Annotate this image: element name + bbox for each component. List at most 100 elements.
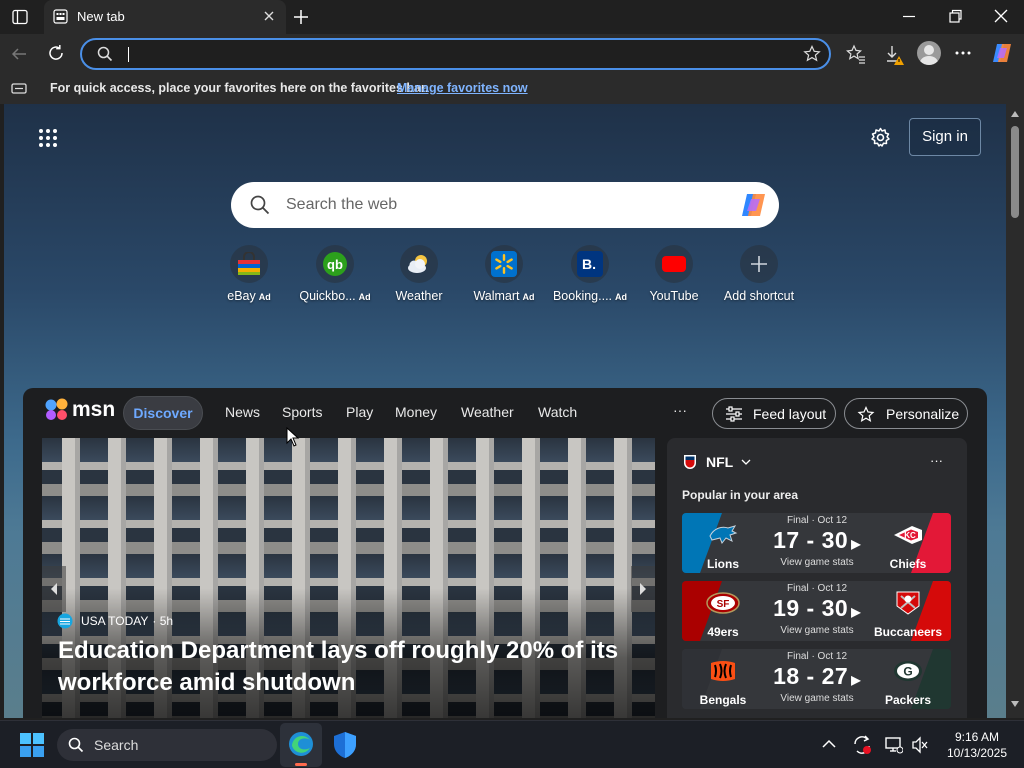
msn-logo-text: msn (72, 398, 116, 421)
show-hidden-icons-chevron-icon[interactable] (822, 739, 836, 748)
mouse-cursor-icon (286, 427, 300, 447)
nav-tab-watch[interactable]: Watch (538, 404, 577, 420)
refresh-icon[interactable] (47, 44, 65, 62)
shortcut-label: Weather (395, 289, 443, 303)
shortcut-quickbooks[interactable]: qb Quickbo... Ad (290, 245, 380, 303)
nav-tab-news[interactable]: News (225, 404, 260, 420)
scroll-thumb[interactable] (1011, 126, 1019, 218)
sign-in-button[interactable]: Sign in (909, 118, 981, 156)
network-icon[interactable] (885, 736, 903, 754)
shortcut-booking[interactable]: B. Booking.... Ad (545, 245, 635, 303)
nfl-more-button[interactable]: ··· (930, 453, 943, 468)
page-settings-gear-icon[interactable] (870, 127, 891, 148)
copilot-icon[interactable] (739, 192, 769, 218)
shortcut-label: Walmart (473, 289, 520, 303)
nav-tab-sports[interactable]: Sports (282, 404, 322, 420)
shortcut-label: eBay (227, 289, 256, 303)
game-card-lions-chiefs[interactable]: KC Final · Oct 12 17 - 30 ▶ View game sta… (682, 513, 951, 573)
lions-logo-icon (706, 520, 740, 550)
scroll-up-icon[interactable] (1011, 111, 1019, 117)
bengals-logo-icon (706, 656, 740, 686)
nfl-league-selector[interactable]: NFL (683, 454, 751, 470)
close-tab-icon[interactable] (262, 9, 276, 23)
nfl-title: NFL (706, 454, 734, 470)
shortcut-label: Booking.... (552, 289, 613, 303)
clock-date: 10/13/2025 (946, 746, 1008, 760)
nav-tab-play[interactable]: Play (346, 404, 373, 420)
personalize-button[interactable]: Personalize (844, 398, 968, 429)
windows-start-icon[interactable] (20, 733, 44, 757)
ad-badge: Ad (358, 292, 371, 302)
copilot-icon[interactable] (990, 42, 1014, 64)
minimize-icon[interactable] (902, 8, 916, 24)
view-game-stats-link[interactable]: View game stats (772, 693, 862, 704)
shortcut-add[interactable]: Add shortcut (714, 245, 804, 303)
svg-text:SF: SF (717, 599, 730, 610)
feed-layout-button[interactable]: Feed layout (712, 398, 836, 429)
shortcut-walmart[interactable]: Walmart Ad (459, 245, 549, 303)
web-search-box[interactable]: Search the web (231, 182, 779, 228)
tab-actions-icon[interactable] (12, 9, 28, 25)
nav-tab-weather[interactable]: Weather (461, 404, 514, 420)
play-arrow-icon: ▶ (851, 605, 861, 619)
nav-tab-money[interactable]: Money (395, 404, 437, 420)
address-bar[interactable] (80, 38, 831, 70)
active-app-indicator (295, 763, 307, 766)
article-source: USA TODAY · 5h (57, 613, 173, 629)
buccaneers-logo-icon (891, 588, 925, 618)
game-card-49ers-buccaneers[interactable]: SF Final · Oct 12 19 - 30 ▶ View game sta… (682, 581, 951, 641)
manage-favorites-link[interactable]: Manage favorites now (397, 81, 528, 95)
nfl-shield-icon (684, 455, 696, 469)
feed-layout-label: Feed layout (753, 406, 827, 422)
ebay-bag-icon (230, 245, 268, 283)
back-icon[interactable] (10, 45, 28, 63)
game-card-bengals-packers[interactable]: G Final · Oct 12 18 - 27 ▶ View game stat… (682, 649, 951, 709)
play-arrow-icon: ▶ (851, 537, 861, 551)
new-tab-page: Sign in Search the web eBay Ad qb Quickbo… (4, 104, 1006, 718)
app-launcher-icon[interactable] (38, 128, 58, 148)
shield-icon (334, 732, 356, 758)
carousel-prev-icon[interactable] (42, 566, 66, 612)
restore-icon[interactable] (948, 8, 962, 24)
taskbar-edge-button[interactable] (280, 723, 322, 767)
sync-alert-icon[interactable] (852, 735, 872, 755)
system-clock[interactable]: 9:16 AM 10/13/2025 (937, 729, 1017, 761)
favorite-star-icon[interactable] (803, 45, 821, 63)
plus-icon (740, 245, 778, 283)
close-window-icon[interactable] (993, 8, 1009, 24)
view-game-stats-link[interactable]: View game stats (772, 625, 862, 636)
downloads-icon[interactable] (884, 44, 906, 66)
view-game-stats-link[interactable]: View game stats (772, 557, 862, 568)
msn-butterfly-icon (45, 398, 68, 420)
home-team-name: 49ers (707, 625, 739, 639)
carousel-next-icon[interactable] (631, 566, 655, 612)
volume-muted-icon[interactable] (911, 736, 929, 754)
profile-avatar[interactable] (917, 41, 941, 65)
page-scrollbar[interactable] (1006, 104, 1024, 718)
ad-badge: Ad (258, 292, 271, 302)
article-headline[interactable]: Education Department lays off roughly 20… (58, 635, 638, 699)
taskbar-defender-button[interactable] (333, 731, 357, 759)
nav-tab-discover[interactable]: Discover (123, 396, 203, 430)
shortcut-youtube[interactable]: YouTube (629, 245, 719, 303)
settings-more-icon[interactable] (955, 51, 971, 55)
nav-more-button[interactable]: ··· (673, 402, 687, 418)
chiefs-logo-icon: KC (891, 520, 925, 550)
taskbar-search-box[interactable]: Search (57, 729, 277, 761)
shortcut-weather[interactable]: Weather (374, 245, 464, 303)
new-tab-plus-icon[interactable] (292, 8, 310, 26)
search-icon (250, 195, 270, 215)
msn-logo[interactable]: msn (44, 397, 115, 423)
svg-text:G: G (903, 665, 912, 679)
browser-toolbar (0, 34, 1024, 74)
shortcut-ebay[interactable]: eBay Ad (204, 245, 294, 303)
booking-icon: B. (571, 245, 609, 283)
search-icon (68, 737, 84, 753)
favorites-bar-hint: For quick access, place your favorites h… (50, 81, 429, 95)
favorites-icon[interactable] (846, 44, 866, 64)
hero-article-card[interactable]: USA TODAY · 5h Education Department lays… (42, 438, 655, 718)
windows-taskbar: Search 9:16 AM 10/13/2025 (0, 720, 1024, 768)
newtab-favicon-icon (53, 9, 68, 24)
scroll-down-icon[interactable] (1011, 701, 1019, 707)
tab-new-tab[interactable]: New tab (44, 0, 286, 34)
